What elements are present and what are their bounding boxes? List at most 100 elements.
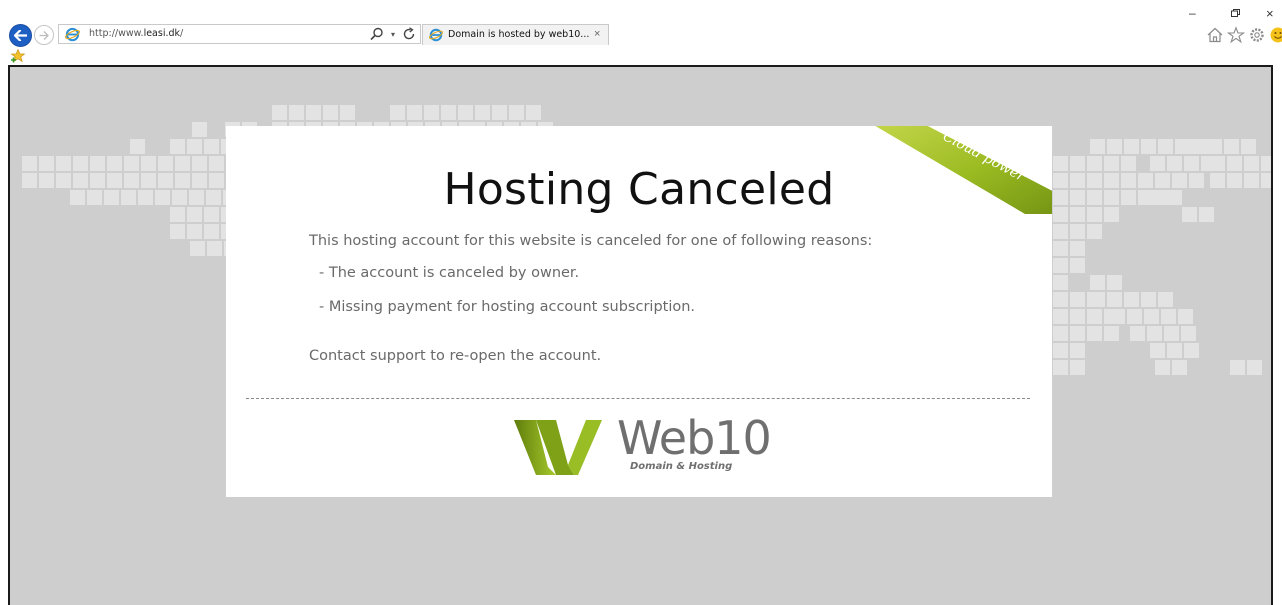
map-tile xyxy=(206,190,221,205)
map-tile xyxy=(1261,173,1273,188)
map-tile xyxy=(1053,241,1068,256)
map-tile xyxy=(1158,292,1173,307)
map-tile xyxy=(407,105,422,120)
map-tile xyxy=(1184,156,1199,171)
map-tile xyxy=(1155,360,1170,375)
map-tile xyxy=(1227,156,1242,171)
map-tile xyxy=(22,156,37,171)
close-window-button[interactable]: × xyxy=(1266,6,1274,21)
map-tile xyxy=(192,156,207,171)
map-tile xyxy=(107,156,122,171)
map-tile xyxy=(56,156,71,171)
forward-button[interactable] xyxy=(34,25,54,45)
map-tile xyxy=(107,173,122,188)
map-tile xyxy=(1261,156,1273,171)
map-tile xyxy=(1087,326,1102,341)
address-url: http://www.leasi.dk/ xyxy=(89,28,183,39)
chevron-down-icon[interactable]: ▾ xyxy=(391,30,395,39)
map-tile xyxy=(90,156,105,171)
map-tile xyxy=(70,190,85,205)
map-tile xyxy=(1230,360,1245,375)
map-tile xyxy=(158,156,173,171)
ie-page-icon xyxy=(429,28,443,42)
dashed-divider xyxy=(246,398,1030,399)
gear-icon[interactable] xyxy=(1248,26,1266,44)
map-tile xyxy=(73,173,88,188)
map-tile xyxy=(138,190,153,205)
map-tile xyxy=(1107,139,1122,154)
map-tile xyxy=(1087,173,1102,188)
map-tile xyxy=(189,190,204,205)
map-tile xyxy=(1181,326,1196,341)
map-tile xyxy=(1107,292,1122,307)
map-tile xyxy=(170,207,185,222)
map-tile xyxy=(1210,173,1225,188)
arrow-left-icon xyxy=(14,30,27,41)
map-tile xyxy=(1087,156,1102,171)
map-tile xyxy=(39,156,54,171)
map-tile xyxy=(458,105,473,120)
map-tile xyxy=(1158,139,1173,154)
back-button[interactable] xyxy=(9,24,32,47)
map-tile xyxy=(1070,224,1085,239)
address-bar[interactable]: http://www.leasi.dk/ ▾ xyxy=(58,24,421,44)
map-tile xyxy=(1184,343,1199,358)
map-tile xyxy=(323,105,338,120)
map-tile xyxy=(1189,173,1204,188)
home-icon[interactable] xyxy=(1206,26,1224,44)
map-tile xyxy=(155,190,170,205)
map-tile xyxy=(204,224,219,239)
smiley-icon[interactable] xyxy=(1269,26,1282,44)
minimize-button[interactable]: – xyxy=(1189,6,1196,20)
map-tile xyxy=(289,105,304,120)
map-tile xyxy=(1087,207,1102,222)
map-tile xyxy=(1070,326,1085,341)
map-tile xyxy=(22,173,37,188)
map-tile xyxy=(1070,156,1085,171)
map-tile xyxy=(424,105,439,120)
map-tile xyxy=(204,139,219,154)
map-tile xyxy=(175,156,190,171)
page-viewport: Hosting Canceled This hosting account fo… xyxy=(8,65,1273,605)
tab-close-button[interactable]: × xyxy=(594,28,600,40)
favorites-star-icon[interactable] xyxy=(1227,26,1245,44)
map-tile xyxy=(1210,156,1225,171)
map-tile xyxy=(1104,190,1119,205)
map-tile xyxy=(1141,292,1156,307)
intro-text: This hosting account for this website is… xyxy=(309,233,872,249)
restore-button[interactable] xyxy=(1231,9,1240,17)
map-tile xyxy=(187,139,202,154)
toolbar-icons xyxy=(1206,26,1282,44)
map-tile xyxy=(475,105,490,120)
tab-title: Domain is hosted by web10... xyxy=(448,29,589,40)
map-tile xyxy=(1144,309,1159,324)
map-tile xyxy=(1107,275,1122,290)
reason-item: - Missing payment for hosting account su… xyxy=(319,299,695,315)
map-tile xyxy=(1090,292,1105,307)
map-tile xyxy=(1178,309,1193,324)
map-tile xyxy=(1164,326,1179,341)
refresh-icon[interactable] xyxy=(402,27,416,41)
tab-current[interactable]: Domain is hosted by web10... × xyxy=(422,24,609,45)
browser-chrome: http://www.leasi.dk/ ▾ Domain is hosted … xyxy=(0,0,1282,66)
map-tile xyxy=(1150,156,1165,171)
map-tile xyxy=(1150,190,1165,205)
map-tile xyxy=(1070,343,1085,358)
map-tile xyxy=(1053,156,1068,171)
logo-wordmark: Web10 xyxy=(617,411,771,465)
map-tile xyxy=(170,139,185,154)
search-icon[interactable] xyxy=(370,27,384,41)
map-tile xyxy=(441,105,456,120)
map-tile xyxy=(1124,139,1139,154)
map-tile xyxy=(1087,190,1102,205)
map-tile xyxy=(1244,173,1259,188)
map-tile xyxy=(204,207,219,222)
map-tile xyxy=(1053,190,1068,205)
map-tile xyxy=(124,173,139,188)
map-tile xyxy=(1090,139,1105,154)
add-favorites-icon[interactable] xyxy=(10,49,26,63)
map-tile xyxy=(340,105,355,120)
map-tile xyxy=(121,190,136,205)
map-tile xyxy=(1172,173,1187,188)
map-tile xyxy=(492,105,507,120)
